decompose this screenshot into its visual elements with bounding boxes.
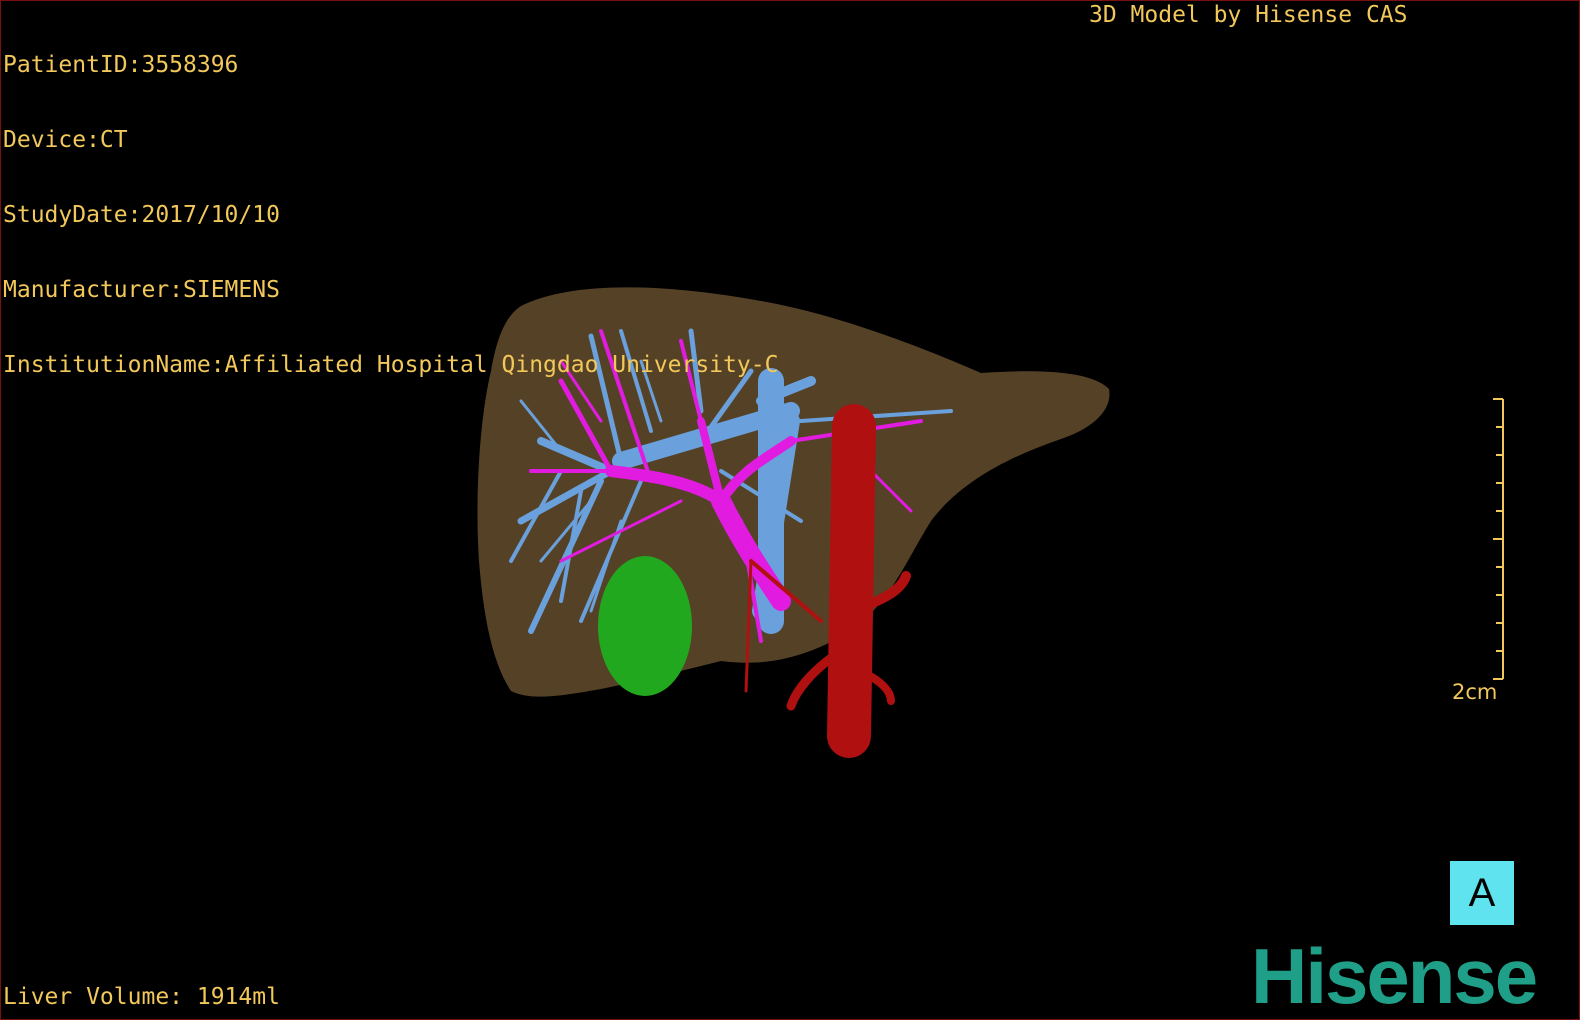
orientation-indicator[interactable]: A	[1450, 861, 1514, 925]
scale-bar-label: 2cm	[1452, 680, 1498, 704]
model-credit-text: 3D Model by Hisense CAS	[1089, 2, 1408, 28]
3d-viewport[interactable]: PatientID:3558396 Device:CT StudyDate:20…	[0, 0, 1580, 1020]
lesion	[598, 556, 692, 696]
scale-bar	[1493, 398, 1504, 680]
dicom-info-overlay: PatientID:3558396 Device:CT StudyDate:20…	[3, 3, 778, 428]
manufacturer-text: Manufacturer:SIEMENS	[3, 277, 280, 303]
liver-volume-text: Liver Volume: 1914ml	[3, 984, 280, 1010]
institution-text: InstitutionName:Affiliated Hospital Qing…	[3, 352, 779, 378]
study-date-text: StudyDate:2017/10/10	[3, 202, 280, 228]
patient-id-text: PatientID:3558396	[3, 52, 239, 78]
hisense-logo: Hisense	[1251, 932, 1538, 1020]
device-text: Device:CT	[3, 127, 128, 153]
